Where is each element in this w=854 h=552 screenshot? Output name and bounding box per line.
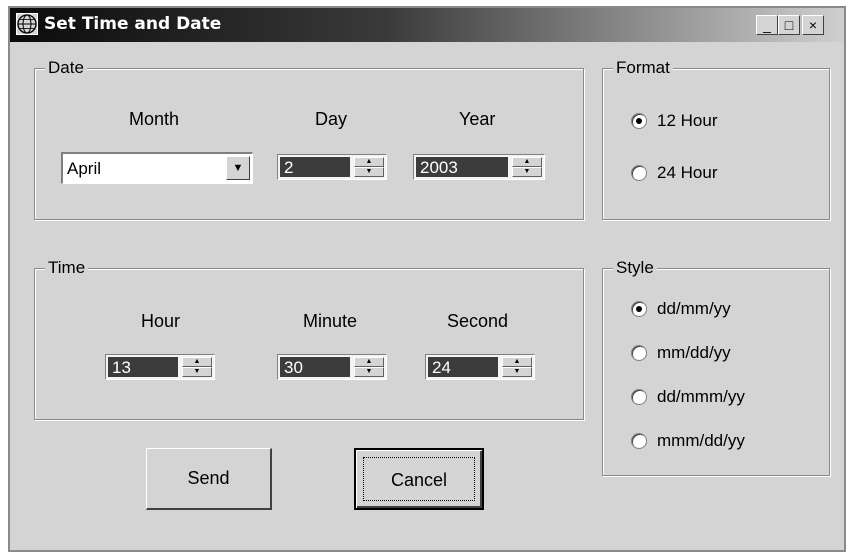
radio-icon[interactable] [631, 389, 647, 405]
second-up-arrow-icon[interactable]: ▲ [502, 357, 532, 367]
minute-label: Minute [303, 311, 358, 331]
minute-up-arrow-icon[interactable]: ▲ [354, 357, 384, 367]
year-value[interactable]: 2003 [416, 157, 508, 177]
radio-selected-icon[interactable] [631, 301, 647, 317]
close-button[interactable]: × [802, 15, 824, 35]
maximize-button[interactable]: □ [778, 15, 800, 35]
send-button[interactable]: Send [146, 448, 272, 510]
style-option-label: mm/dd/yy [657, 343, 731, 362]
year-up-arrow-icon[interactable]: ▲ [512, 157, 542, 167]
style-group: Style dd/mm/yy mm/dd/yy dd/mmm/yy mmm/dd… [602, 258, 830, 476]
time-legend: Time [45, 258, 89, 278]
day-label: Day [315, 109, 348, 129]
second-spinner[interactable]: 24 ▲ ▼ [425, 354, 535, 380]
hour-up-arrow-icon[interactable]: ▲ [182, 357, 212, 367]
cancel-button[interactable]: Cancel [354, 448, 484, 510]
year-spinner[interactable]: 2003 ▲ ▼ [413, 154, 545, 180]
year-label: Year [459, 109, 496, 129]
globe-icon [16, 13, 38, 35]
month-dropdown[interactable]: April ▼ [61, 152, 253, 184]
minute-spinner[interactable]: 30 ▲ ▼ [277, 354, 387, 380]
chevron-down-icon[interactable]: ▼ [226, 156, 250, 180]
style-option-label: mmm/dd/yy [657, 431, 745, 450]
time-group: Time Hour Minute Second 13 ▲ ▼ 30 ▲ ▼ 24… [34, 258, 584, 420]
hour-value[interactable]: 13 [108, 357, 178, 377]
radio-icon[interactable] [631, 165, 647, 181]
date-legend: Date [45, 58, 87, 78]
minimize-button[interactable]: _ [756, 15, 778, 35]
minimize-icon: _ [763, 17, 771, 33]
day-up-arrow-icon[interactable]: ▲ [354, 157, 384, 167]
close-icon: × [808, 17, 818, 33]
day-value[interactable]: 2 [280, 157, 350, 177]
title-bar[interactable]: Set Time and Date _ □ × [10, 8, 844, 42]
maximize-icon: □ [784, 17, 794, 33]
hour-spinner[interactable]: 13 ▲ ▼ [105, 354, 215, 380]
radio-icon[interactable] [631, 345, 647, 361]
hour-down-arrow-icon[interactable]: ▼ [182, 367, 212, 377]
format-option-label: 12 Hour [657, 111, 718, 130]
style-legend: Style [613, 258, 657, 278]
style-option-label: dd/mm/yy [657, 299, 731, 318]
set-time-date-window: Set Time and Date _ □ × Date Month Day Y… [8, 6, 846, 552]
radio-selected-icon[interactable] [631, 113, 647, 129]
second-value[interactable]: 24 [428, 357, 498, 377]
format-group: Format 12 Hour 24 Hour [602, 58, 830, 220]
date-group: Date Month Day Year April ▼ 2 ▲ ▼ 2003 ▲… [34, 58, 584, 220]
style-option-label: dd/mmm/yy [657, 387, 745, 406]
window-title: Set Time and Date [44, 14, 222, 34]
year-down-arrow-icon[interactable]: ▼ [512, 167, 542, 177]
second-down-arrow-icon[interactable]: ▼ [502, 367, 532, 377]
day-down-arrow-icon[interactable]: ▼ [354, 167, 384, 177]
format-option-label: 24 Hour [657, 163, 718, 182]
month-label: Month [129, 109, 180, 129]
radio-icon[interactable] [631, 433, 647, 449]
second-label: Second [447, 311, 509, 331]
minute-value[interactable]: 30 [280, 357, 350, 377]
month-value: April [67, 159, 102, 178]
hour-label: Hour [141, 311, 181, 331]
format-legend: Format [613, 58, 673, 78]
day-spinner[interactable]: 2 ▲ ▼ [277, 154, 387, 180]
minute-down-arrow-icon[interactable]: ▼ [354, 367, 384, 377]
cancel-button-label: Cancel [363, 457, 475, 501]
